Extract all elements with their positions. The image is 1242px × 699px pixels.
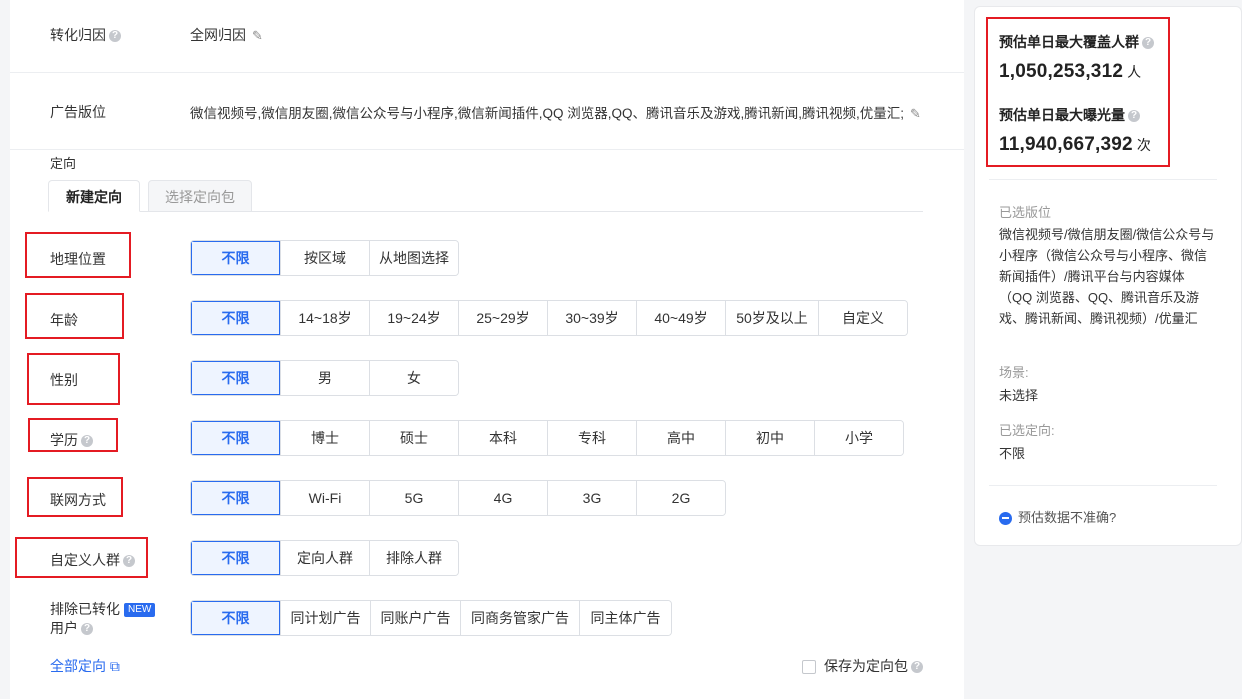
chat-icon bbox=[999, 512, 1012, 526]
network-label: 联网方式 bbox=[50, 492, 106, 508]
feedback-link[interactable]: 预估数据不准确? bbox=[999, 507, 1116, 526]
network-option[interactable]: 2G bbox=[636, 481, 725, 515]
divider bbox=[10, 72, 964, 73]
custom-audience-option[interactable]: 定向人群 bbox=[280, 541, 369, 575]
gender-options: 不限 男 女 bbox=[190, 360, 459, 396]
education-label: 学历? bbox=[50, 430, 93, 450]
network-options: 不限 Wi-Fi 5G 4G 3G 2G bbox=[190, 480, 726, 516]
divider bbox=[10, 149, 964, 150]
gender-option-unlimited[interactable]: 不限 bbox=[191, 361, 280, 395]
help-icon[interactable]: ? bbox=[81, 435, 93, 448]
education-option[interactable]: 初中 bbox=[725, 421, 814, 455]
age-option[interactable]: 40~49岁 bbox=[636, 301, 725, 335]
scene-label: 场景: bbox=[999, 365, 1029, 380]
custom-audience-option[interactable]: 不限 bbox=[191, 541, 280, 575]
education-option[interactable]: 博士 bbox=[280, 421, 369, 455]
help-icon[interactable]: ? bbox=[81, 623, 93, 636]
geo-label: 地理位置 bbox=[50, 251, 106, 267]
education-option[interactable]: 本科 bbox=[458, 421, 547, 455]
gender-option-female[interactable]: 女 bbox=[369, 361, 458, 395]
gender-label: 性别 bbox=[50, 372, 78, 388]
age-options: 不限 14~18岁 19~24岁 25~29岁 30~39岁 40~49岁 50… bbox=[190, 300, 908, 336]
age-label: 年龄 bbox=[50, 312, 78, 328]
education-option[interactable]: 高中 bbox=[636, 421, 725, 455]
external-link-icon: ⧉ bbox=[109, 658, 120, 674]
save-checkbox[interactable] bbox=[802, 660, 816, 675]
education-option[interactable]: 不限 bbox=[191, 421, 280, 455]
geo-option-unlimited[interactable]: 不限 bbox=[191, 241, 280, 275]
help-icon[interactable]: ? bbox=[1128, 110, 1140, 123]
age-option-custom[interactable]: 自定义 bbox=[818, 301, 907, 335]
save-as-package[interactable]: 保存为定向包? bbox=[802, 656, 923, 676]
attribution-value[interactable]: 全网归因 ✎ bbox=[190, 25, 263, 45]
network-option[interactable]: 4G bbox=[458, 481, 547, 515]
placement-label: 广告版位 bbox=[50, 104, 106, 120]
targeting-tabs: 新建定向 选择定向包 bbox=[48, 180, 923, 212]
education-option[interactable]: 硕士 bbox=[369, 421, 458, 455]
education-option[interactable]: 小学 bbox=[814, 421, 903, 455]
custom-audience-options: 不限 定向人群 排除人群 bbox=[190, 540, 459, 576]
geo-options: 不限 按区域 从地图选择 bbox=[190, 240, 459, 276]
new-badge: NEW bbox=[124, 603, 156, 618]
all-targeting-link[interactable]: 全部定向 ⧉ bbox=[50, 656, 120, 676]
custom-audience-option[interactable]: 排除人群 bbox=[369, 541, 458, 575]
divider bbox=[989, 179, 1217, 180]
geo-option-map[interactable]: 从地图选择 bbox=[369, 241, 458, 275]
edit-icon[interactable]: ✎ bbox=[252, 28, 263, 44]
education-option[interactable]: 专科 bbox=[547, 421, 636, 455]
exclude-converted-label: 排除已转化 NEW 用户? bbox=[50, 600, 156, 638]
network-option[interactable]: 5G bbox=[369, 481, 458, 515]
reach-title: 预估单日最大覆盖人群? bbox=[999, 32, 1154, 52]
exclude-option[interactable]: 同商务管家广告 bbox=[460, 601, 579, 635]
placement-value[interactable]: 微信视频号,微信朋友圈,微信公众号与小程序,微信新闻插件,QQ 浏览器,QQ、腾… bbox=[190, 102, 921, 122]
age-option[interactable]: 50岁及以上 bbox=[725, 301, 818, 335]
scene-value: 未选择 bbox=[999, 388, 1039, 403]
age-option[interactable]: 14~18岁 bbox=[280, 301, 369, 335]
help-icon[interactable]: ? bbox=[109, 30, 121, 43]
selected-targeting-value: 不限 bbox=[999, 446, 1026, 461]
education-options: 不限 博士 硕士 本科 专科 高中 初中 小学 bbox=[190, 420, 904, 456]
gender-option-male[interactable]: 男 bbox=[280, 361, 369, 395]
exclude-converted-options: 不限 同计划广告 同账户广告 同商务管家广告 同主体广告 bbox=[190, 600, 672, 636]
targeting-label: 定向 bbox=[50, 156, 77, 171]
reach-value: 1,050,253,312 人 bbox=[999, 61, 1142, 82]
age-option[interactable]: 30~39岁 bbox=[547, 301, 636, 335]
edit-icon[interactable]: ✎ bbox=[910, 106, 921, 122]
age-option[interactable]: 不限 bbox=[191, 301, 280, 335]
help-icon[interactable]: ? bbox=[911, 661, 923, 674]
exposure-title: 预估单日最大曝光量? bbox=[999, 105, 1140, 125]
exclude-option[interactable]: 同主体广告 bbox=[579, 601, 671, 635]
tab-new-targeting[interactable]: 新建定向 bbox=[48, 180, 140, 212]
exclude-option[interactable]: 不限 bbox=[191, 601, 280, 635]
tab-select-package[interactable]: 选择定向包 bbox=[148, 180, 252, 212]
placement-summary-label: 已选版位 bbox=[999, 205, 1052, 220]
help-icon[interactable]: ? bbox=[1142, 37, 1154, 50]
age-option[interactable]: 19~24岁 bbox=[369, 301, 458, 335]
network-option[interactable]: 不限 bbox=[191, 481, 280, 515]
ad-settings-panel: 转化归因? 全网归因 ✎ 广告版位 微信视频号,微信朋友圈,微信公众号与小程序,微… bbox=[10, 0, 964, 699]
exclude-option[interactable]: 同账户广告 bbox=[370, 601, 460, 635]
network-option[interactable]: 3G bbox=[547, 481, 636, 515]
exposure-value: 11,940,667,392 次 bbox=[999, 134, 1152, 155]
exclude-option[interactable]: 同计划广告 bbox=[280, 601, 370, 635]
attribution-label: 转化归因? bbox=[50, 25, 121, 45]
age-option[interactable]: 25~29岁 bbox=[458, 301, 547, 335]
estimate-sidebar: 预估单日最大覆盖人群? 1,050,253,312 人 预估单日最大曝光量? 11… bbox=[974, 6, 1242, 546]
help-icon[interactable]: ? bbox=[123, 555, 135, 568]
divider bbox=[989, 485, 1217, 486]
placement-summary-text: 微信视频号/微信朋友圈/微信公众号与小程序（微信公众号与小程序、微信新闻插件）/… bbox=[999, 227, 1215, 326]
network-option[interactable]: Wi-Fi bbox=[280, 481, 369, 515]
geo-option-by-region[interactable]: 按区域 bbox=[280, 241, 369, 275]
selected-targeting-label: 已选定向: bbox=[999, 423, 1055, 438]
custom-audience-label: 自定义人群? bbox=[50, 550, 135, 570]
